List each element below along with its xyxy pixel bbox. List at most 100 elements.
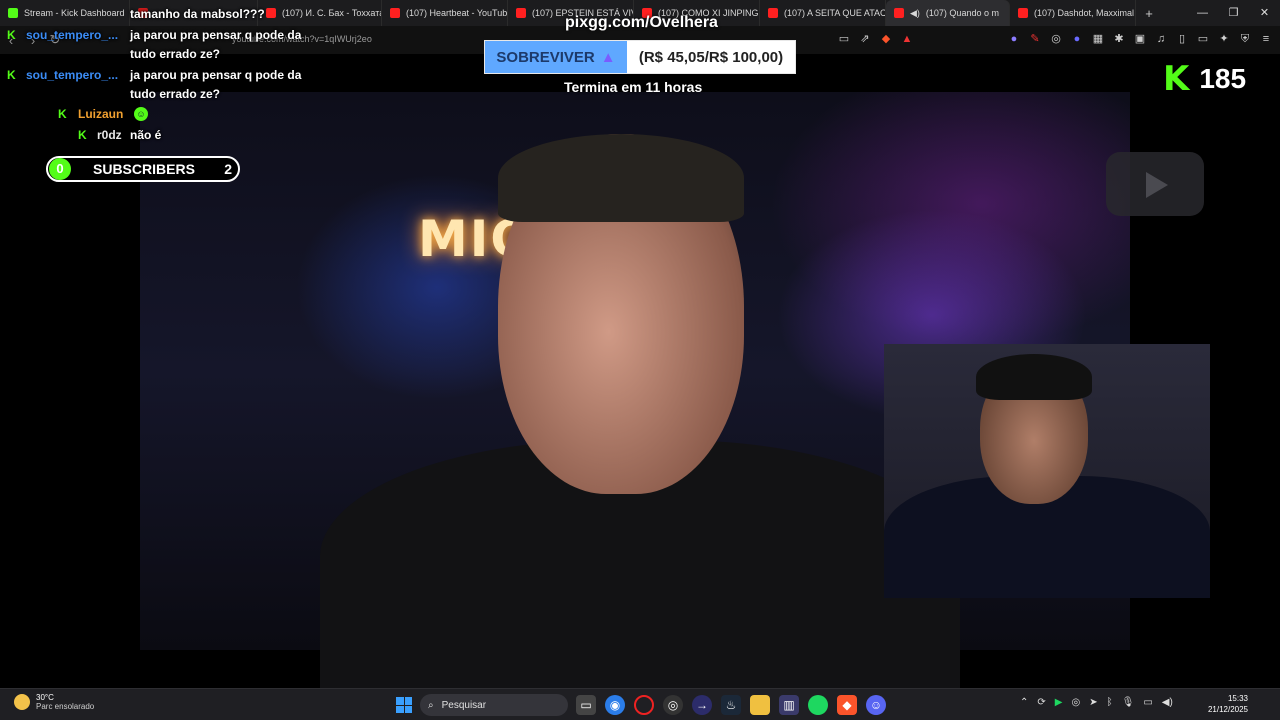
arrow-icon[interactable]: ➤ [1089,697,1097,708]
chat-username: r0dz [97,128,122,142]
tab-kick-dashboard[interactable]: Stream - Kick Dashboard [0,0,130,26]
new-tab-button[interactable]: + [1136,6,1162,21]
maximize-icon[interactable]: ❐ [1218,0,1249,26]
task-view-icon[interactable]: ▭ [576,695,596,715]
donation-goal-bar: SOBREVIVER ▲ (R$ 45,05/R$ 100,00) [484,40,796,74]
youtube-favicon-icon [266,8,276,18]
pix-link: pixgg.com/Ovelhera [565,14,718,31]
sidebar-icon[interactable]: ▯ [1176,32,1188,46]
close-window-icon[interactable]: ✕ [1249,0,1280,26]
chevron-up-icon[interactable]: ⌃ [1020,697,1028,708]
discord-icon[interactable]: ☺ [866,695,886,715]
weather-condition: Parc ensolarado [36,702,95,711]
emote-icon: ☺ [134,107,148,121]
taskbar-search[interactable]: ⌕ Pesquisar [420,694,568,716]
extension-icon-1[interactable]: ● [1008,32,1020,46]
share-icon[interactable]: ⇗ [859,32,871,46]
search-icon: ⌕ [428,699,434,711]
app-icon[interactable]: → [692,695,712,715]
sync-icon[interactable]: ⟳ [1037,697,1045,708]
system-clock[interactable]: 15:33 21/12/2025 [1208,693,1248,715]
subscribers-label: SUBSCRIBERS [93,161,195,177]
toolbar-icons-left: ▭ ⇗ ◆ ▲ [838,32,913,46]
youtube-favicon-icon [1018,8,1028,18]
speaker-icon[interactable]: ◀) [910,8,920,19]
vpn-icon[interactable]: ⛨ [1239,32,1251,46]
kick-logo-icon: K [1163,59,1190,99]
kick-badge-icon: K [7,68,16,82]
chat-message: tudo errado ze? [130,47,221,61]
chat-message: ja parou pra pensar q pode da [130,68,302,82]
microphone-icon[interactable]: 🎙 [1122,697,1135,708]
opera-icon[interactable] [634,695,654,715]
brave-shield-icon[interactable]: ◆ [880,32,892,46]
search-placeholder: Pesquisar [441,699,487,711]
weather-widget[interactable]: 30°C Parc ensolarado [14,693,94,711]
screenshot-icon[interactable]: ▣ [1134,32,1146,46]
video-player[interactable]: MIOPIA [0,54,1280,688]
clock-time: 15:33 [1227,694,1248,703]
taskbar-apps: ▭ ◉ ◎ → ♨ ▥ ◆ ☺ [576,695,886,715]
chat-username: sou_tempero_... [26,28,119,42]
extension-icon-2[interactable]: ✎ [1029,32,1041,46]
chat-username: Luizaun [78,107,124,121]
youtube-logo-icon [1106,152,1204,216]
subscribers-goal-bar: 0 SUBSCRIBERS 2 [46,156,240,182]
youtube-favicon-icon [894,8,904,18]
network-icon[interactable]: ◎ [1071,697,1080,708]
puzzle-icon[interactable]: ✱ [1113,32,1125,46]
windows-taskbar: 30°C Parc ensolarado ⌕ Pesquisar ▭ ◉ ◎ →… [0,688,1280,720]
streamer-hair [976,354,1092,400]
minimize-icon[interactable]: — [1187,0,1218,26]
tab-title: (107) Heartbeat - YouTube [406,8,508,18]
wallet-icon[interactable]: ▭ [1197,32,1209,46]
tab-title: (107) A SEITA QUE ATACO [784,8,886,18]
subscribers-goal: 2 [224,161,232,177]
tab-7[interactable]: (107) A SEITA QUE ATACO [760,0,886,26]
bluetooth-icon[interactable]: ᛒ [1107,697,1113,708]
viewer-count: 185 [1199,63,1247,94]
steam-icon[interactable]: ♨ [721,695,741,715]
clock-date: 21/12/2025 [1207,705,1248,714]
chrome-icon[interactable]: ◉ [605,695,625,715]
donation-goal-fill: SOBREVIVER ▲ [485,41,627,73]
tab-9[interactable]: (107) Dashdot, Maxximal [1010,0,1136,26]
donation-goal-label: SOBREVIVER [496,48,595,66]
kick-badge-icon: K [7,28,16,42]
streamer-webcam [884,344,1210,598]
app-icon-2[interactable]: ▥ [779,695,799,715]
youtube-favicon-icon [516,8,526,18]
kick-favicon-icon [8,8,18,18]
tab-4[interactable]: (107) Heartbeat - YouTube [382,0,508,26]
tab-title: (107) Dashdot, Maxximal [1034,8,1135,18]
windows-start-icon[interactable] [396,697,412,713]
subscribers-current: 0 [49,158,71,180]
donation-goal-amount: (R$ 45,05/R$ 100,00) [627,41,795,73]
display-icon[interactable]: ▭ [1143,697,1152,708]
folder-icon[interactable] [750,695,770,715]
tab-title: Stream - Kick Dashboard [24,8,125,18]
cast-icon[interactable]: ▭ [838,32,850,46]
window-controls: — ❐ ✕ [1187,0,1280,26]
chat-message: tudo errado ze? [130,87,221,101]
brave-icon[interactable]: ◆ [837,695,857,715]
host-hair [498,134,744,222]
brave-rewards-icon[interactable]: ▲ [901,32,913,46]
obs-icon[interactable]: ◎ [663,695,683,715]
tab-3[interactable]: (107) И. С. Бах - Toxxата и [258,0,382,26]
play-icon[interactable]: ▶ [1055,697,1063,708]
extension-icon-5[interactable]: ▦ [1092,32,1104,46]
viewer-counter: K 185 [1163,62,1246,96]
extension-icon-3[interactable]: ◎ [1050,32,1062,46]
tab-active[interactable]: ◀) (107) Quando o m ✕ [886,0,1010,26]
spotify-icon[interactable] [808,695,828,715]
leo-icon[interactable]: ✦ [1218,32,1230,46]
chat-line: tamanho da mabsol??? [130,7,265,21]
youtube-favicon-icon [390,8,400,18]
extension-icon-4[interactable]: ● [1071,32,1083,46]
volume-icon[interactable]: ◀) [1162,697,1173,708]
menu-icon[interactable]: ≡ [1260,32,1272,46]
weather-sun-icon [14,694,30,710]
music-icon[interactable]: ♫ [1155,32,1167,46]
tab-title: (107) Quando o m [925,8,999,18]
